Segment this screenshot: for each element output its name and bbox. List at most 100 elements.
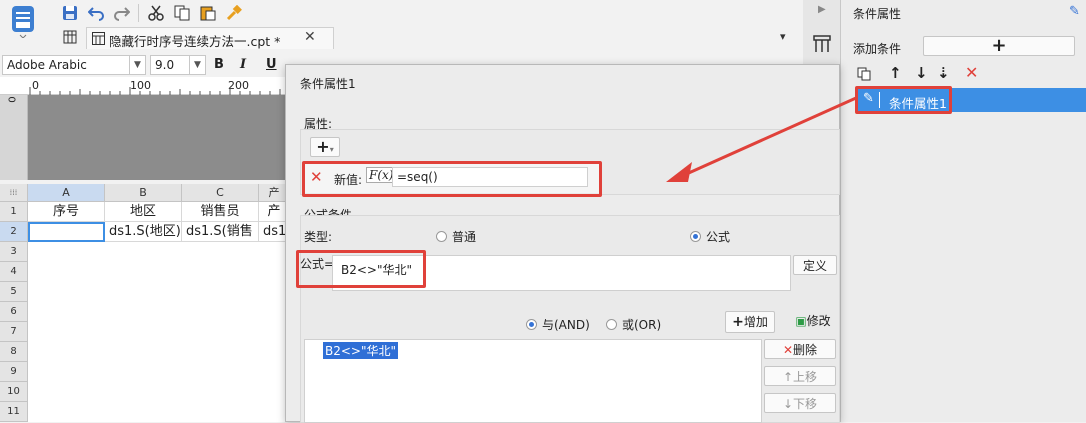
cell-b2[interactable]: ds1.S(地区) [105, 222, 182, 242]
undo-icon[interactable] [86, 3, 106, 23]
or-label: 或(OR) [622, 318, 662, 332]
row-header[interactable]: 1 [0, 202, 28, 222]
tab-menu-icon[interactable]: ▾ [780, 30, 786, 43]
row-header[interactable]: 9 [0, 362, 28, 382]
delete-condition-icon[interactable]: ✕ [965, 63, 978, 82]
move-bottom-icon[interactable]: ⇣ [937, 64, 950, 82]
save-icon[interactable] [60, 3, 80, 23]
font-size-value: 9.0 [155, 58, 175, 72]
column-header[interactable]: A [28, 184, 105, 202]
tab-bar: 隐藏行时序号连续方法一.cpt * ✕ ▾ [52, 26, 802, 50]
row-header[interactable]: 4 [0, 262, 28, 282]
modify-button[interactable]: ▣修改 [789, 311, 837, 333]
and-label: 与(AND) [542, 318, 590, 332]
spreadsheet-grid: ⁞⁞⁞ A B C 产 1 2 3 4 5 6 7 8 9 10 11 序号 地… [0, 184, 290, 422]
plus-icon: + [732, 314, 744, 330]
modify-icon: ▣ [795, 314, 807, 328]
row-header[interactable]: 8 [0, 342, 28, 362]
define-button[interactable]: 定义 [793, 255, 837, 275]
add-condition-formula-button[interactable]: +增加 [725, 311, 775, 333]
add-attribute-button[interactable]: +▾ [310, 137, 340, 157]
select-all-corner[interactable]: ⁞⁞⁞ [0, 184, 28, 202]
move-up-icon[interactable]: ↑ [889, 64, 902, 82]
report-file-icon [91, 31, 105, 45]
row-header[interactable]: 11 [0, 402, 28, 422]
highlight-box [296, 250, 426, 288]
underline-button[interactable]: U [266, 57, 277, 72]
bold-button[interactable]: B [214, 57, 224, 72]
paste-icon[interactable] [198, 3, 218, 23]
arrow-up-icon: ↑ [782, 370, 794, 384]
cell-b1[interactable]: 地区 [105, 202, 182, 222]
add-label: 增加 [743, 315, 768, 329]
condition-list-item[interactable]: B2<>"华北" [323, 342, 399, 359]
cut-icon[interactable] [146, 3, 166, 23]
column-header[interactable]: B [105, 184, 182, 202]
cell-a2-selected[interactable] [28, 222, 105, 242]
type-normal-label: 普通 [452, 230, 477, 244]
font-name-select[interactable]: Adobe Arabic ▼ [2, 55, 146, 75]
divider [879, 92, 880, 108]
collapse-arrow-icon[interactable]: ▶ [818, 4, 826, 15]
radio-icon [606, 319, 617, 330]
delete-button[interactable]: ✕删除 [764, 339, 836, 359]
or-radio[interactable]: 或(OR) [606, 316, 661, 333]
italic-button[interactable]: I [240, 57, 246, 72]
chevron-down-icon: ▼ [129, 56, 145, 74]
condition-list[interactable]: B2<>"华北" [304, 339, 762, 423]
tab-current-file[interactable]: 隐藏行时序号连续方法一.cpt * [86, 27, 334, 49]
format-painter-icon[interactable] [224, 3, 244, 23]
delete-label: 删除 [793, 343, 818, 357]
type-normal-radio[interactable]: 普通 [436, 228, 476, 245]
row-header[interactable]: 7 [0, 322, 28, 342]
tab-title: 隐藏行时序号连续方法一.cpt * [109, 34, 281, 49]
main-toolbar [52, 0, 802, 26]
redo-icon[interactable] [112, 3, 132, 23]
report-preview-area: 0 [0, 95, 290, 180]
highlight-box [302, 161, 602, 197]
move-up-button[interactable]: ↑上移 [764, 366, 836, 386]
and-radio[interactable]: 与(AND) [526, 316, 590, 333]
row-header[interactable]: 10 [0, 382, 28, 402]
delete-icon: ✕ [782, 343, 794, 357]
condition-item-label: 条件属性1 [889, 96, 947, 111]
down-label: 下移 [793, 397, 818, 411]
chevron-down-icon: ▼ [189, 56, 205, 74]
copy-icon[interactable] [172, 3, 192, 23]
copy-icon[interactable] [857, 67, 871, 85]
type-formula-radio[interactable]: 公式 [690, 228, 730, 245]
cell-c2[interactable]: ds1.S(销售 [182, 222, 259, 242]
font-size-select[interactable]: 9.0 ▼ [150, 55, 206, 75]
add-condition-button[interactable]: + [923, 36, 1075, 56]
toolbar-divider [138, 4, 139, 22]
radio-icon [690, 231, 701, 242]
grid-icon[interactable] [62, 29, 78, 45]
dialog-title: 条件属性1 [300, 77, 356, 91]
annotation-arrow [666, 96, 857, 182]
font-toolbar: Adobe Arabic ▼ 9.0 ▼ B I U [0, 54, 290, 76]
add-condition-label: 添加条件 [853, 42, 902, 56]
cell-properties-icon[interactable] [812, 34, 832, 54]
row-header[interactable]: 6 [0, 302, 28, 322]
move-down-button[interactable]: ↓下移 [764, 393, 836, 413]
up-label: 上移 [793, 370, 818, 384]
arrow-down-icon: ↓ [782, 397, 794, 411]
cell-a1[interactable]: 序号 [28, 202, 105, 222]
row-header[interactable]: 2 [0, 222, 28, 242]
row-header[interactable]: 5 [0, 282, 28, 302]
edit-icon[interactable]: ✎ [1069, 4, 1080, 19]
move-down-icon[interactable]: ↓ [915, 64, 928, 82]
type-formula-label: 公式 [706, 230, 731, 244]
condition-properties-panel: 条件属性 ✎ 添加条件 + ↑ ↓ ⇣ ✕ ✎ 条件属性1 [840, 0, 1086, 422]
column-header[interactable]: C [182, 184, 259, 202]
font-name-value: Adobe Arabic [7, 58, 87, 72]
panel-title: 条件属性 [853, 7, 902, 21]
radio-icon [526, 319, 537, 330]
modify-label: 修改 [806, 314, 831, 328]
row-header[interactable]: 3 [0, 242, 28, 262]
ruler-ticks [29, 87, 281, 95]
vertical-ruler: 0 [0, 95, 28, 180]
tab-close-icon[interactable]: ✕ [304, 29, 316, 45]
cell-c1[interactable]: 销售员 [182, 202, 259, 222]
app-menu-icon[interactable] [8, 4, 38, 39]
